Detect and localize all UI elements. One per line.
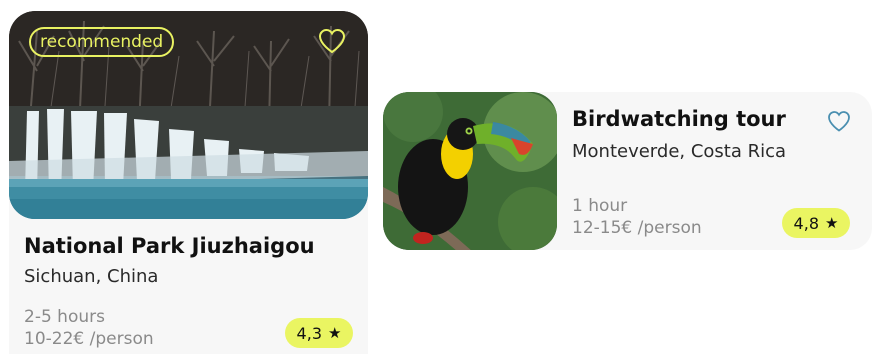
rating-value: 4,3 [296,323,322,343]
star-icon: ★ [328,324,342,342]
card-meta: 2-5 hours 10-22€ /person [24,306,154,350]
heart-icon[interactable] [318,28,346,54]
star-icon: ★ [825,214,839,232]
card-duration: 2-5 hours [24,307,105,327]
waterfall-photo: recommended [9,11,368,219]
toucan-photo [383,92,557,250]
activity-card[interactable]: recommended National Park Jiuzhaigou Sic… [9,11,368,354]
card-meta: 1 hour 12-15€ /person [572,195,702,239]
card-location: Monteverde, Costa Rica [572,141,787,162]
activity-card[interactable]: Birdwatching tour Monteverde, Costa Rica… [383,92,872,250]
rating-badge: 4,8 ★ [782,208,850,238]
recommended-badge: recommended [29,27,175,57]
card-duration: 1 hour [572,196,628,216]
card-price: 10-22€ /person [24,329,154,349]
card-title: Birdwatching tour [572,107,786,131]
heart-icon[interactable] [827,110,851,132]
rating-value: 4,8 [793,213,819,233]
toucan-illustration [383,92,557,250]
card-location: Sichuan, China [24,266,159,287]
rating-badge: 4,3 ★ [285,318,353,348]
card-title: National Park Jiuzhaigou [24,234,315,258]
card-price: 12-15€ /person [572,218,702,238]
